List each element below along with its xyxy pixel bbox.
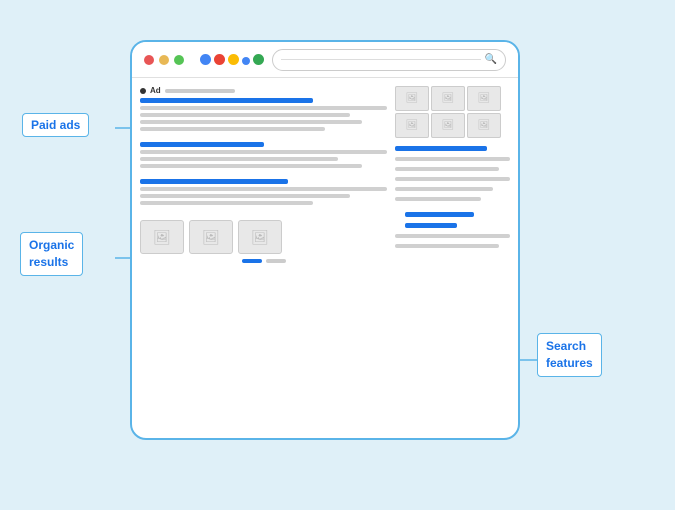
org1-desc-3 xyxy=(140,164,362,168)
panel-img-4: 🖼 xyxy=(395,113,429,138)
google-dot-blue xyxy=(200,54,211,65)
thumb-2: 🖼 xyxy=(189,220,233,254)
minimize-button[interactable] xyxy=(159,55,169,65)
maximize-button[interactable] xyxy=(174,55,184,65)
snippet-subtitle xyxy=(405,223,457,228)
search-features-text: Searchfeatures xyxy=(546,339,593,370)
panel-img-icon-6: 🖼 xyxy=(478,120,491,131)
label-paid-ads: Paid ads xyxy=(22,113,89,137)
panel-desc-4 xyxy=(395,187,493,191)
org1-desc-1 xyxy=(140,150,387,154)
org1-title xyxy=(140,142,264,147)
org2-title xyxy=(140,179,288,184)
knowledge-panel: 🖼 🖼 🖼 🖼 🖼 🖼 xyxy=(395,86,510,430)
google-logo xyxy=(200,54,264,65)
panel-img-icon-4: 🖼 xyxy=(406,120,419,131)
ad-desc-3 xyxy=(140,120,362,124)
snippet-title xyxy=(405,212,474,217)
traffic-lights xyxy=(144,55,184,65)
ad-desc-4 xyxy=(140,127,325,131)
org1-desc-2 xyxy=(140,157,338,161)
ad-url xyxy=(165,89,235,93)
panel-img-icon-2: 🖼 xyxy=(442,93,455,104)
panel-snippet xyxy=(395,212,510,251)
organic-results-text: Organicresults xyxy=(29,238,74,269)
thumb-3: 🖼 xyxy=(238,220,282,254)
organic-result-1 xyxy=(140,142,387,171)
org2-desc-3 xyxy=(140,201,313,205)
ad-desc-2 xyxy=(140,113,350,117)
panel-img-icon-1: 🖼 xyxy=(406,93,419,104)
panel-img-6: 🖼 xyxy=(467,113,501,138)
google-dot-yellow xyxy=(228,54,239,65)
google-dot-red xyxy=(214,54,225,65)
label-organic-results: Organicresults xyxy=(20,232,83,276)
thumb-1: 🖼 xyxy=(140,220,184,254)
page-2[interactable] xyxy=(266,259,286,263)
close-button[interactable] xyxy=(144,55,154,65)
panel-text-block xyxy=(395,146,510,204)
ad-label: Ad xyxy=(140,86,387,95)
label-search-features: Searchfeatures xyxy=(537,333,602,377)
panel-img-icon-5: 🖼 xyxy=(442,120,455,131)
panel-desc-1 xyxy=(395,157,510,161)
google-dot-blue2 xyxy=(242,57,250,65)
org2-desc-1 xyxy=(140,187,387,191)
panel-desc-2 xyxy=(395,167,499,171)
snippet-desc-2 xyxy=(395,244,499,248)
google-dot-green xyxy=(253,54,264,65)
pagination[interactable] xyxy=(140,254,387,263)
panel-img-1: 🖼 xyxy=(395,86,429,111)
panel-desc-3 xyxy=(395,177,510,181)
panel-img-3: 🖼 xyxy=(467,86,501,111)
image-icon-1: 🖼 xyxy=(153,229,171,246)
image-results: 🖼 🖼 🖼 xyxy=(140,220,387,254)
panel-img-2: 🖼 xyxy=(431,86,465,111)
search-bar-line xyxy=(281,59,481,60)
paid-ad-result xyxy=(140,98,387,134)
panel-desc-5 xyxy=(395,197,481,201)
ad-desc-1 xyxy=(140,106,387,110)
ad-dot xyxy=(140,88,146,94)
org2-desc-2 xyxy=(140,194,350,198)
panel-images-grid: 🖼 🖼 🖼 🖼 🖼 🖼 xyxy=(395,86,510,138)
browser-titlebar: 🔍 xyxy=(132,42,518,78)
page-1[interactable] xyxy=(242,259,262,263)
search-icon: 🔍 xyxy=(485,54,497,65)
results-column: Ad xyxy=(140,86,387,430)
panel-img-5: 🖼 xyxy=(431,113,465,138)
image-icon-3: 🖼 xyxy=(251,229,269,246)
panel-img-icon-3: 🖼 xyxy=(478,93,491,104)
organic-result-2 xyxy=(140,179,387,208)
search-bar[interactable]: 🔍 xyxy=(272,49,506,71)
ad-text: Ad xyxy=(150,86,161,95)
image-icon-2: 🖼 xyxy=(202,229,220,246)
browser-content: Ad xyxy=(132,78,518,438)
paid-ads-text: Paid ads xyxy=(31,118,80,132)
browser-window: 🔍 Ad xyxy=(130,40,520,440)
panel-title xyxy=(395,146,487,151)
ad-title-bar xyxy=(140,98,313,103)
snippet-desc-1 xyxy=(395,234,510,238)
